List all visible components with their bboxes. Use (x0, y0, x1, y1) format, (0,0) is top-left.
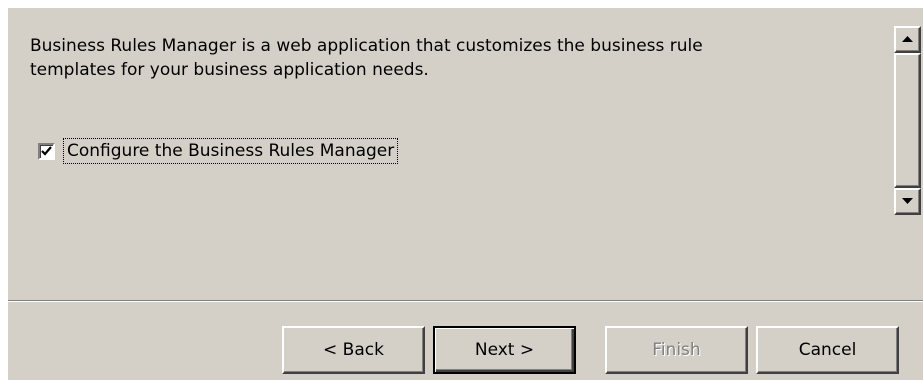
scroll-down-button[interactable] (894, 188, 921, 215)
scroll-thumb[interactable] (894, 53, 921, 188)
scroll-up-button[interactable] (894, 26, 921, 53)
back-button[interactable]: < Back (282, 326, 425, 374)
installer-dialog: Business Rules Manager is a web applicat… (6, 6, 923, 380)
cancel-button[interactable]: Cancel (756, 326, 899, 374)
triangle-down-icon (902, 198, 913, 204)
triangle-up-icon (902, 36, 913, 42)
configure-option[interactable]: Configure the Business Rules Manager (38, 138, 399, 164)
checkmark-icon (41, 145, 52, 156)
description-line-2: templates for your business application … (30, 60, 429, 80)
description-line-1: Business Rules Manager is a web applicat… (30, 36, 703, 56)
finish-button[interactable]: Finish (605, 326, 748, 374)
vertical-scrollbar[interactable] (894, 26, 921, 215)
description-text: Business Rules Manager is a web applicat… (30, 34, 880, 82)
configure-checkbox[interactable] (38, 142, 55, 160)
next-button[interactable]: Next > (433, 326, 576, 374)
button-bar-separator (8, 300, 923, 302)
configure-checkbox-label[interactable]: Configure the Business Rules Manager (63, 138, 399, 164)
